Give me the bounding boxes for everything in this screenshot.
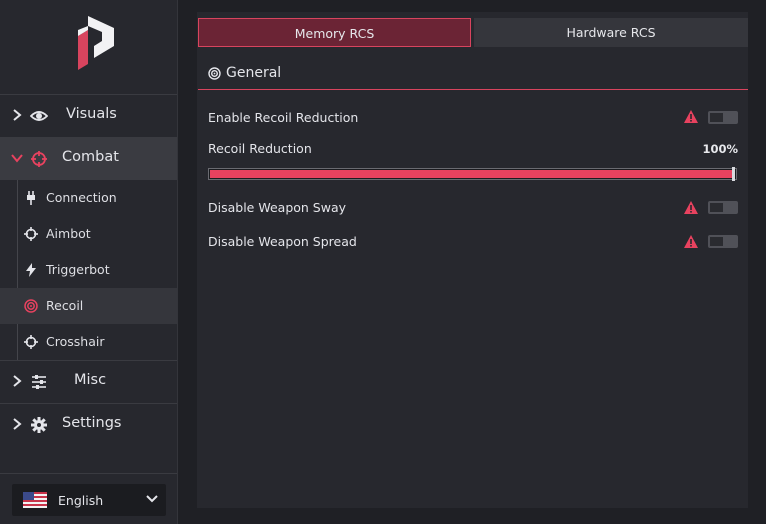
enable-recoil-reduction-toggle[interactable] xyxy=(708,111,738,124)
sidebar-item-crosshair[interactable]: Crosshair xyxy=(0,324,177,360)
language-select[interactable]: English xyxy=(12,484,166,516)
disable-weapon-sway-toggle[interactable] xyxy=(708,201,738,214)
nav-settings-label: Settings xyxy=(62,415,122,431)
sidebar-item-label: Crosshair xyxy=(46,334,105,349)
chevron-right-icon xyxy=(13,109,22,121)
nav-settings[interactable]: Settings xyxy=(0,404,177,446)
gear-icon xyxy=(31,417,47,433)
disable-weapon-sway-label: Disable Weapon Sway xyxy=(208,200,347,215)
sidebar-item-recoil[interactable]: Recoil xyxy=(0,288,177,324)
disable-weapon-spread-label: Disable Weapon Spread xyxy=(208,234,357,249)
toggle-knob xyxy=(710,237,723,246)
sidebar-item-label: Connection xyxy=(46,190,117,205)
nav-combat[interactable]: Combat xyxy=(0,138,177,180)
crosshair-icon xyxy=(24,227,38,241)
nav-visuals-label: Visuals xyxy=(66,106,117,122)
toggle-knob xyxy=(710,203,723,212)
sidebar-item-connection[interactable]: Connection xyxy=(0,180,177,216)
chevron-right-icon xyxy=(13,418,22,430)
us-flag-icon xyxy=(23,492,47,508)
section-underline xyxy=(198,89,748,90)
language-label: English xyxy=(58,493,104,508)
sidebar-item-triggerbot[interactable]: Triggerbot xyxy=(0,252,177,288)
section-title: General xyxy=(226,65,282,81)
app-logo-icon xyxy=(78,16,114,70)
tab-hardware-rcs[interactable]: Hardware RCS xyxy=(474,18,748,47)
chevron-down-icon xyxy=(11,154,23,163)
chevron-down-icon xyxy=(146,495,158,503)
enable-recoil-reduction-label: Enable Recoil Reduction xyxy=(208,110,359,125)
sidebar-item-aimbot[interactable]: Aimbot xyxy=(0,216,177,252)
target-icon xyxy=(24,299,38,313)
nav-visuals[interactable]: Visuals xyxy=(0,95,177,137)
plug-icon xyxy=(27,191,35,205)
target-icon xyxy=(208,67,221,80)
nav-misc[interactable]: Misc xyxy=(0,361,177,403)
nav-misc-label: Misc xyxy=(74,372,107,388)
recoil-reduction-slider[interactable] xyxy=(208,167,737,181)
slider-fill xyxy=(210,170,733,178)
lightning-icon xyxy=(26,263,36,277)
warning-icon xyxy=(684,235,698,248)
disable-weapon-spread-toggle[interactable] xyxy=(708,235,738,248)
recoil-reduction-label: Recoil Reduction xyxy=(208,141,312,156)
warning-icon xyxy=(684,201,698,214)
sidebar-item-label: Recoil xyxy=(46,298,84,313)
crosshair-icon xyxy=(24,335,38,349)
chevron-right-icon xyxy=(13,375,22,387)
eye-icon xyxy=(30,111,48,121)
recoil-reduction-value: 100% xyxy=(702,142,738,156)
sidebar-item-label: Aimbot xyxy=(46,226,91,241)
crosshair-icon xyxy=(31,151,47,167)
sidebar-item-label: Triggerbot xyxy=(46,262,110,277)
toggle-knob xyxy=(710,113,723,122)
warning-icon xyxy=(684,110,698,123)
sidebar: Visuals Combat Connection Aimbot Trigger… xyxy=(0,0,178,524)
nav-combat-label: Combat xyxy=(62,149,119,165)
divider xyxy=(0,473,177,474)
main-panel: Memory RCS Hardware RCS General Enable R… xyxy=(197,12,748,508)
tab-memory-rcs[interactable]: Memory RCS xyxy=(198,18,471,47)
sliders-icon xyxy=(32,375,46,389)
slider-handle[interactable] xyxy=(732,167,735,181)
